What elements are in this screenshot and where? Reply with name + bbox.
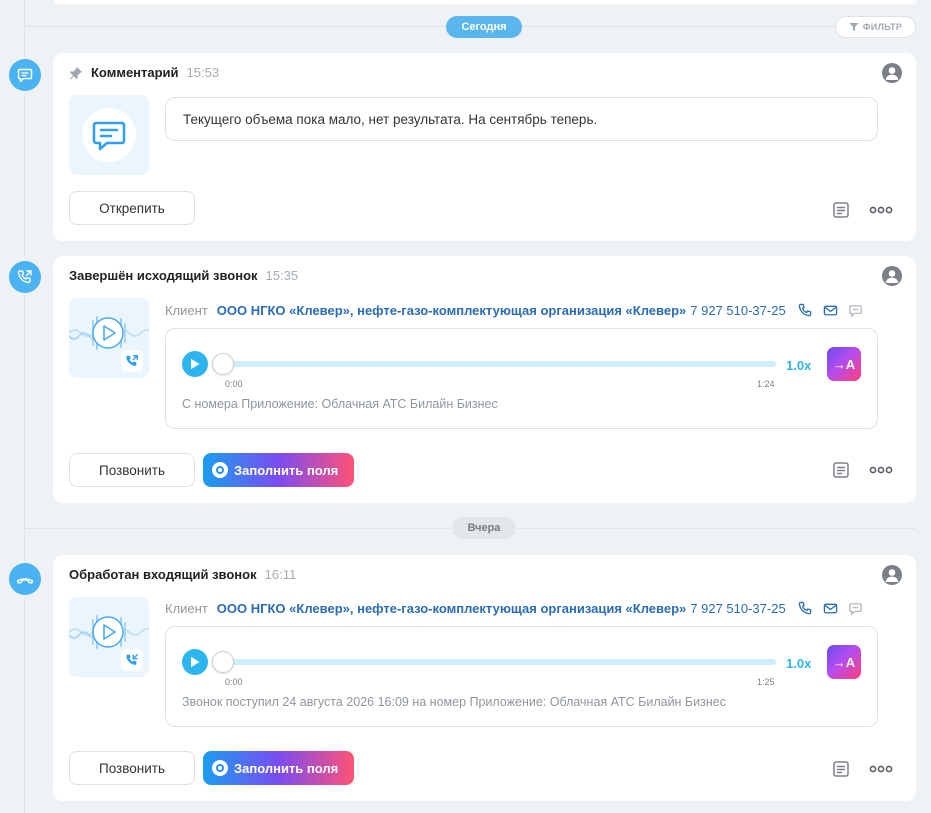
comment-icon xyxy=(82,108,136,162)
fill-fields-button[interactable]: Заполнить поля xyxy=(203,453,354,487)
client-phone-link[interactable]: 7 927 510-37-25 xyxy=(690,601,785,616)
ai-icon xyxy=(212,760,228,776)
comment-thumbnail xyxy=(69,95,149,175)
comment-card: Комментарий 15:53 Текущего объема пока м… xyxy=(53,53,916,241)
comment-time: 15:53 xyxy=(186,65,220,80)
client-phone-link[interactable]: 7 927 510-37-25 xyxy=(690,303,785,318)
more-icon[interactable] xyxy=(869,764,893,774)
fill-fields-label: Заполнить поля xyxy=(234,760,339,776)
more-icon[interactable] xyxy=(869,205,893,215)
comment-text: Текущего объема пока мало, нет результат… xyxy=(165,97,878,141)
timeline-line xyxy=(24,0,25,813)
more-icon[interactable] xyxy=(869,465,893,475)
note-icon[interactable] xyxy=(832,760,850,778)
call-time: 16:11 xyxy=(264,567,297,582)
client-link[interactable]: ООО НГКО «Клевер», нефте-газо-комплектую… xyxy=(217,601,686,616)
client-link[interactable]: ООО НГКО «Клевер», нефте-газо-комплектую… xyxy=(217,303,686,318)
transcribe-button[interactable]: →A xyxy=(827,645,861,679)
call-button[interactable]: Позвонить xyxy=(69,751,195,785)
previous-card-edge xyxy=(53,0,916,4)
phone-icon[interactable] xyxy=(798,601,813,616)
mail-icon[interactable] xyxy=(823,601,838,616)
user-icon[interactable] xyxy=(882,63,902,83)
call-time: 15:35 xyxy=(265,268,299,283)
client-row: Клиент ООО НГКО «Клевер», нефте-газо-ком… xyxy=(165,303,863,318)
call-title: Обработан входящий звонок xyxy=(69,567,257,582)
play-button[interactable] xyxy=(182,649,208,675)
audio-progress-handle[interactable] xyxy=(212,651,234,673)
outgoing-call-icon xyxy=(121,350,143,372)
user-icon[interactable] xyxy=(882,266,902,286)
filter-icon xyxy=(849,23,859,31)
note-icon[interactable] xyxy=(832,461,850,479)
audio-duration: 1:24 xyxy=(757,379,775,389)
playback-speed-button[interactable]: 1.0x xyxy=(786,358,811,373)
incoming-call-icon xyxy=(121,649,143,671)
play-icon xyxy=(191,358,200,370)
note-icon[interactable] xyxy=(832,201,850,219)
filter-label: ФИЛЬТР xyxy=(862,22,903,32)
audio-progress-track[interactable] xyxy=(222,659,776,665)
call-source-note: С номера Приложение: Облачная АТС Билайн… xyxy=(182,397,498,411)
audio-duration: 1:25 xyxy=(757,677,775,687)
pin-icon[interactable] xyxy=(69,66,83,80)
incoming-call-marker-icon xyxy=(9,563,41,595)
date-badge-today: Сегодня xyxy=(446,16,522,38)
client-label: Клиент xyxy=(165,601,208,616)
user-icon[interactable] xyxy=(882,565,902,585)
audio-current-time: 0:00 xyxy=(225,379,243,389)
client-row: Клиент ООО НГКО «Клевер», нефте-газо-ком… xyxy=(165,601,863,616)
filter-button[interactable]: ФИЛЬТР xyxy=(835,16,916,38)
audio-current-time: 0:00 xyxy=(225,677,243,687)
playback-speed-button[interactable]: 1.0x xyxy=(786,656,811,671)
chat-icon[interactable] xyxy=(848,601,863,616)
mail-icon[interactable] xyxy=(823,303,838,318)
audio-progress-track[interactable] xyxy=(222,361,776,367)
ai-icon xyxy=(212,462,228,478)
transcribe-button[interactable]: →A xyxy=(827,347,861,381)
comment-marker-icon xyxy=(9,59,41,91)
date-badge-yesterday: Вчера xyxy=(452,517,516,539)
call-button[interactable]: Позвонить xyxy=(69,453,195,487)
outgoing-call-card: Завершён исходящий звонок 15:35 Клиент О… xyxy=(53,256,916,503)
client-label: Клиент xyxy=(165,303,208,318)
comment-title: Комментарий xyxy=(91,65,179,80)
call-thumbnail xyxy=(69,597,149,677)
call-thumbnail xyxy=(69,298,149,378)
fill-fields-label: Заполнить поля xyxy=(234,462,339,478)
phone-icon[interactable] xyxy=(798,303,813,318)
audio-player: 0:00 1:24 1.0x →A С номера Приложение: О… xyxy=(165,328,878,429)
play-icon xyxy=(191,656,200,668)
play-button[interactable] xyxy=(182,351,208,377)
call-source-note: Звонок поступил 24 августа 2026 16:09 на… xyxy=(182,695,726,709)
chat-icon[interactable] xyxy=(848,303,863,318)
outgoing-call-marker-icon xyxy=(9,261,41,293)
audio-player: 0:00 1:25 1.0x →A Звонок поступил 24 авг… xyxy=(165,626,878,727)
call-title: Завершён исходящий звонок xyxy=(69,268,258,283)
audio-progress-handle[interactable] xyxy=(212,353,234,375)
fill-fields-button[interactable]: Заполнить поля xyxy=(203,751,354,785)
unpin-button[interactable]: Открепить xyxy=(69,191,195,225)
incoming-call-card: Обработан входящий звонок 16:11 Клиент О… xyxy=(53,555,916,801)
